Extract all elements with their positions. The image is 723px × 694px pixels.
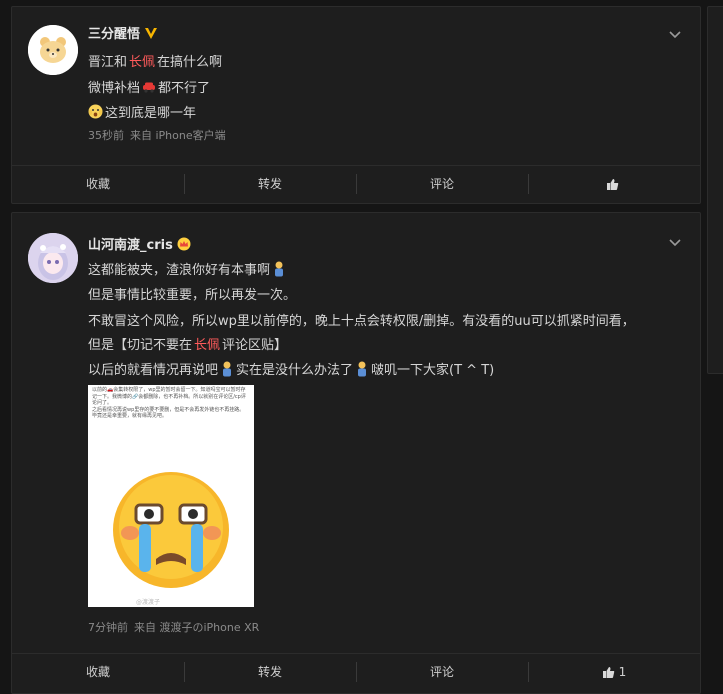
text: 都不行了	[158, 81, 211, 96]
text: 以后的就看情况再说吧	[88, 363, 219, 378]
verified-v-icon	[145, 27, 158, 39]
timestamp[interactable]: 35秒前	[88, 129, 124, 142]
post-meta: 7分钟前 来自 渡渡子のiPhone XR	[88, 619, 265, 635]
post-text-line: 晋江和 长佩 在搞什么啊	[88, 51, 222, 70]
avatar[interactable]	[28, 25, 78, 75]
text: 在搞什么啊	[157, 55, 223, 70]
text: 不敢冒这个风险，所以wp里以前停的，晚上十点会转权限/删掉。有没看的uu可以抓紧…	[88, 314, 635, 329]
username[interactable]: 三分醒悟	[88, 23, 140, 42]
comment-button[interactable]: 评论	[356, 662, 528, 682]
favorite-label: 收藏	[85, 177, 110, 191]
timestamp[interactable]: 7分钟前	[88, 621, 128, 634]
anime-girl-avatar-icon	[28, 233, 78, 283]
crown-icon	[177, 237, 191, 250]
text: 这都能被夹，渣浪你好有本事啊	[88, 263, 271, 278]
action-bar: 收藏 转发 评论	[12, 165, 700, 202]
comment-label: 评论	[429, 665, 454, 679]
post-text-line: 不敢冒这个风险，所以wp里以前停的，晚上十点会转权限/删掉。有没看的uu可以抓紧…	[88, 310, 635, 329]
favorite-label: 收藏	[85, 665, 110, 679]
highlight-keyword[interactable]: 长佩	[129, 51, 155, 70]
text: 晋江和	[88, 55, 128, 70]
chevron-down-icon[interactable]	[668, 27, 682, 41]
repost-button[interactable]: 转发	[184, 174, 356, 194]
bowing-person-emoji-icon	[223, 361, 232, 376]
repost-label: 转发	[257, 177, 282, 191]
post-image[interactable]: 以前的🚗会集转权限了，wp里的暂时会留一下。知道吗宝可以暂时存记一下。我微博的🔗…	[88, 385, 254, 607]
chevron-down-icon[interactable]	[668, 235, 682, 249]
bowing-person-emoji-icon	[358, 361, 367, 376]
text: 评论区贴】	[222, 338, 288, 353]
comment-label: 评论	[429, 177, 454, 191]
comment-button[interactable]: 评论	[356, 174, 528, 194]
thumbs-up-icon	[606, 178, 618, 190]
car-emoji-icon	[143, 82, 156, 93]
shocked-emoji-icon	[88, 104, 103, 119]
favorite-button[interactable]: 收藏	[12, 662, 184, 682]
favorite-button[interactable]: 收藏	[12, 174, 184, 194]
post-text-line: 但是事情比较重要，所以再发一次。	[88, 284, 296, 303]
repost-label: 转发	[257, 665, 282, 679]
text: 微博补档	[88, 81, 141, 96]
text: 这到底是哪一年	[105, 106, 197, 121]
like-count: 1	[618, 665, 627, 679]
avatar[interactable]	[28, 233, 78, 283]
image-text: 以前的🚗会集转权限了，wp里的暂时会留一下。知道吗宝可以暂时存记一下。我微博的🔗…	[92, 387, 250, 420]
bowing-person-emoji-icon	[275, 261, 284, 276]
post-card: 山河南渡_cris 这都能被夹，渣浪你好有本事啊 但是事情比较重要，所以再发一次…	[11, 212, 701, 694]
post-text-line: 以后的就看情况再说吧 实在是没什么办法了 啵叽一下大家(T ^ T)	[88, 359, 494, 378]
highlight-keyword[interactable]: 长佩	[194, 334, 220, 353]
text: 啵叽一下大家(T ^ T)	[371, 363, 495, 378]
post-text-line: 但是【切记不要在 长佩 评论区贴】	[88, 334, 287, 353]
username[interactable]: 山河南渡_cris	[88, 234, 173, 253]
repost-button[interactable]: 转发	[184, 662, 356, 682]
text: 但是【切记不要在	[88, 338, 193, 353]
post-text-line: 这到底是哪一年	[88, 102, 196, 121]
source: 来自 渡渡子のiPhone XR	[134, 621, 260, 634]
like-button[interactable]: 1	[528, 662, 700, 682]
post-text-line: 微博补档 都不行了	[88, 77, 210, 96]
adjacent-panel	[707, 6, 723, 374]
post-card: 三分醒悟 晋江和 长佩 在搞什么啊 微博补档 都不行了 这到底是哪一年 35秒前 来自…	[11, 6, 701, 204]
text: 但是事情比较重要，所以再发一次。	[88, 288, 297, 303]
like-button[interactable]	[528, 174, 700, 194]
source: 来自 iPhone客户端	[130, 129, 226, 142]
image-watermark: @渡渡子	[136, 599, 161, 606]
post-text-line: 这都能被夹，渣浪你好有本事啊	[88, 259, 286, 278]
thumbs-up-icon	[602, 666, 614, 678]
action-bar: 收藏 转发 评论 1	[12, 653, 700, 690]
bear-avatar-icon	[28, 25, 78, 75]
text: 实在是没什么办法了	[236, 363, 354, 378]
post-meta: 35秒前 来自 iPhone客户端	[88, 127, 232, 143]
crying-face-icon	[113, 472, 229, 588]
image-text-paragraph: 毕竟还是幸重要，就有缘再见吧。	[92, 413, 168, 419]
image-text-paragraph: 以前的🚗会集转权限了，wp里的暂时会留一下。知道吗宝可以暂时存记一下。我微博的🔗…	[92, 387, 246, 406]
